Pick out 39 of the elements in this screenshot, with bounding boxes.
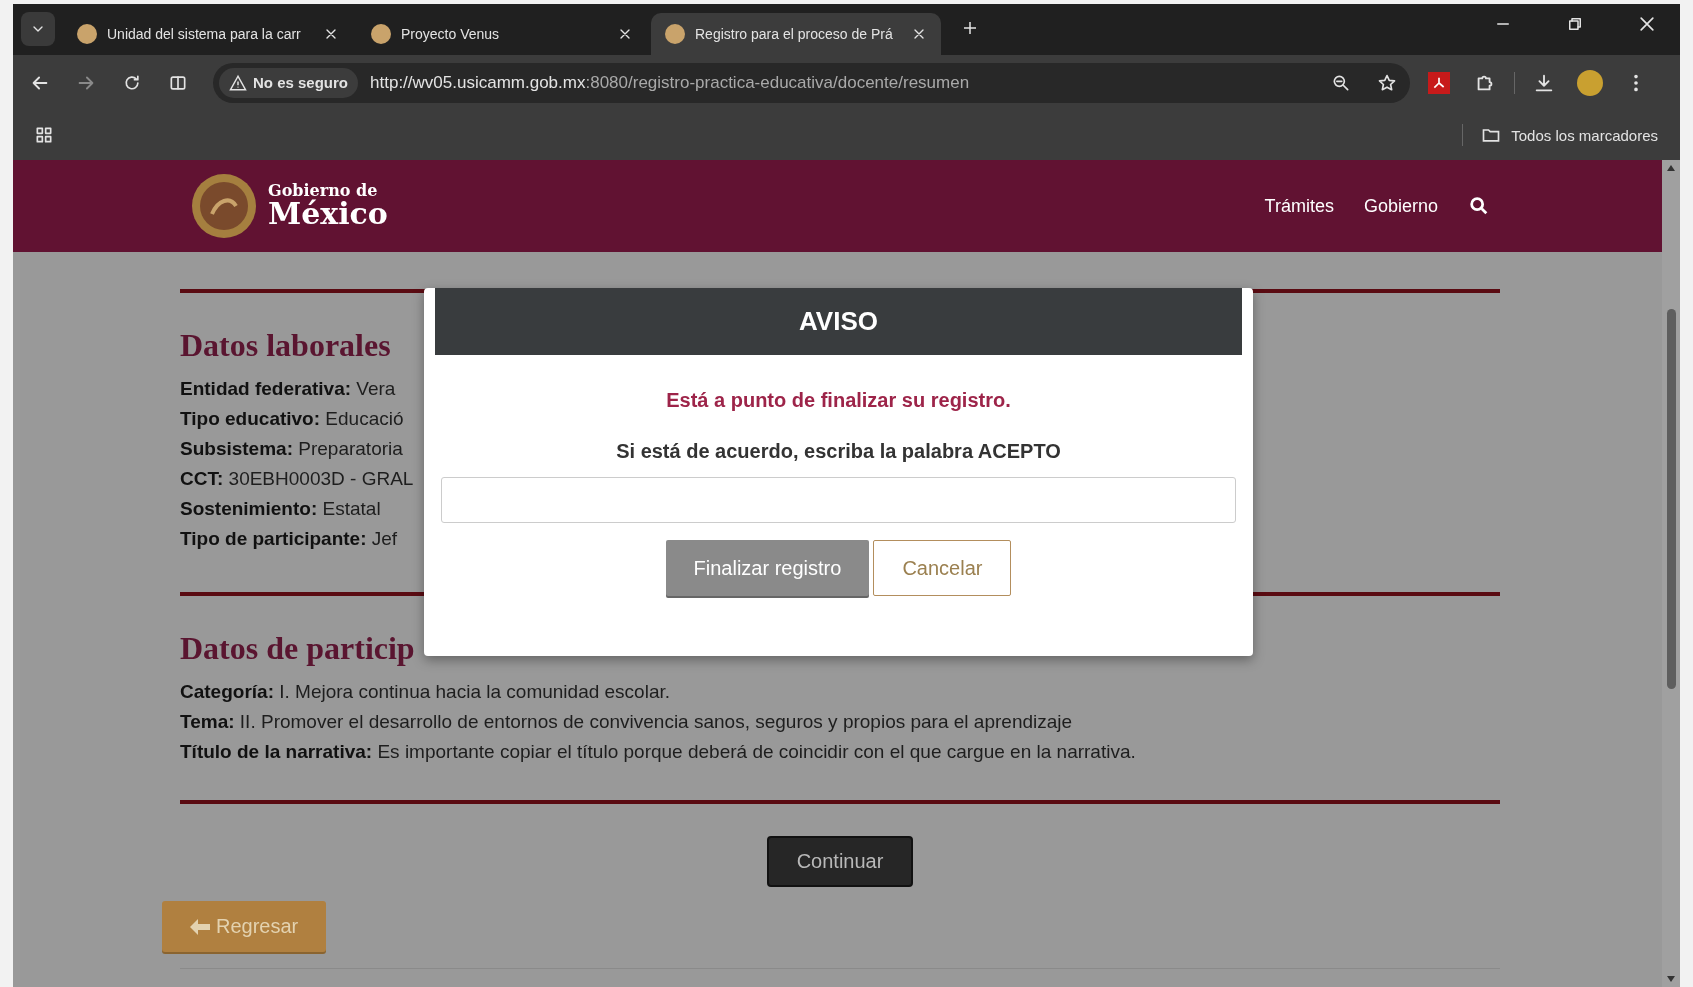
tab-search-button[interactable] [21, 12, 55, 46]
bookmarks-folder[interactable]: Todos los marcadores [1473, 121, 1666, 149]
section-title: Datos de particip [180, 630, 416, 667]
continue-button[interactable]: Continuar [766, 836, 914, 887]
browser-tab[interactable]: Unidad del sistema para la carr [63, 13, 353, 55]
dialog-instruction: Si está de acuerdo, escriba la palabra ACEPTO [616, 440, 1061, 463]
nav-link[interactable]: Trámites [1264, 195, 1334, 217]
favicon-icon [371, 24, 391, 44]
favicon-icon [77, 24, 97, 44]
dialog-button[interactable]: Cancelar [873, 540, 1012, 596]
browser-tab[interactable]: Proyecto Venus [357, 13, 647, 55]
field-text: Sostenimiento: Estatal [180, 497, 381, 521]
search-icon[interactable] [1468, 195, 1490, 217]
field-text: Tema: II. Promover el desarrollo de entornos de convivencia sanos, seguros y propios para el aprendizaje [180, 710, 1073, 734]
arrow-left-icon [190, 917, 210, 936]
nav-link[interactable]: Gobierno [1363, 195, 1438, 217]
favicon-icon [665, 24, 685, 44]
field-text: Categoría: I. Mejora continua hacia la comunidad escolar. [180, 680, 671, 704]
field-text: CCT: 30EBH0003D - GRAL [180, 467, 414, 491]
section-title: Datos laborales [180, 327, 392, 364]
field-text: Entidad federativa: Vera [180, 377, 396, 401]
logo-text: México [268, 199, 388, 229]
address-field[interactable]: http://wv05.usicamm.gob.mx:8080/registro-practica-educativa/docente/resumen [370, 72, 1312, 93]
plus-icon [961, 19, 979, 37]
field-text: Tipo educativo: Educació [180, 407, 404, 431]
security-chip[interactable]: No es seguro [219, 67, 359, 98]
logo-text: Gobierno de [268, 183, 378, 199]
dialog-title: AVISO [435, 288, 1242, 355]
field-text: Título de la narrativa: Es importante copiar el título porque deberá de coincidir con el que cargue en la narrativa. [180, 740, 1136, 764]
confirm-input[interactable] [441, 477, 1236, 523]
dialog-message: Está a punto de finalizar su registro. [666, 389, 1011, 412]
warning-icon [229, 73, 247, 92]
scroll-down-icon[interactable] [1666, 975, 1676, 983]
field-text: Tipo de participante: Jef [180, 527, 398, 551]
scroll-up-icon[interactable] [1666, 164, 1676, 172]
emblem-icon [190, 172, 258, 240]
browser-tab[interactable]: Registro para el proceso de Prá [651, 13, 941, 55]
field-text: Subsistema: Preparatoria [180, 437, 403, 461]
scrollbar-thumb[interactable] [1666, 308, 1676, 689]
